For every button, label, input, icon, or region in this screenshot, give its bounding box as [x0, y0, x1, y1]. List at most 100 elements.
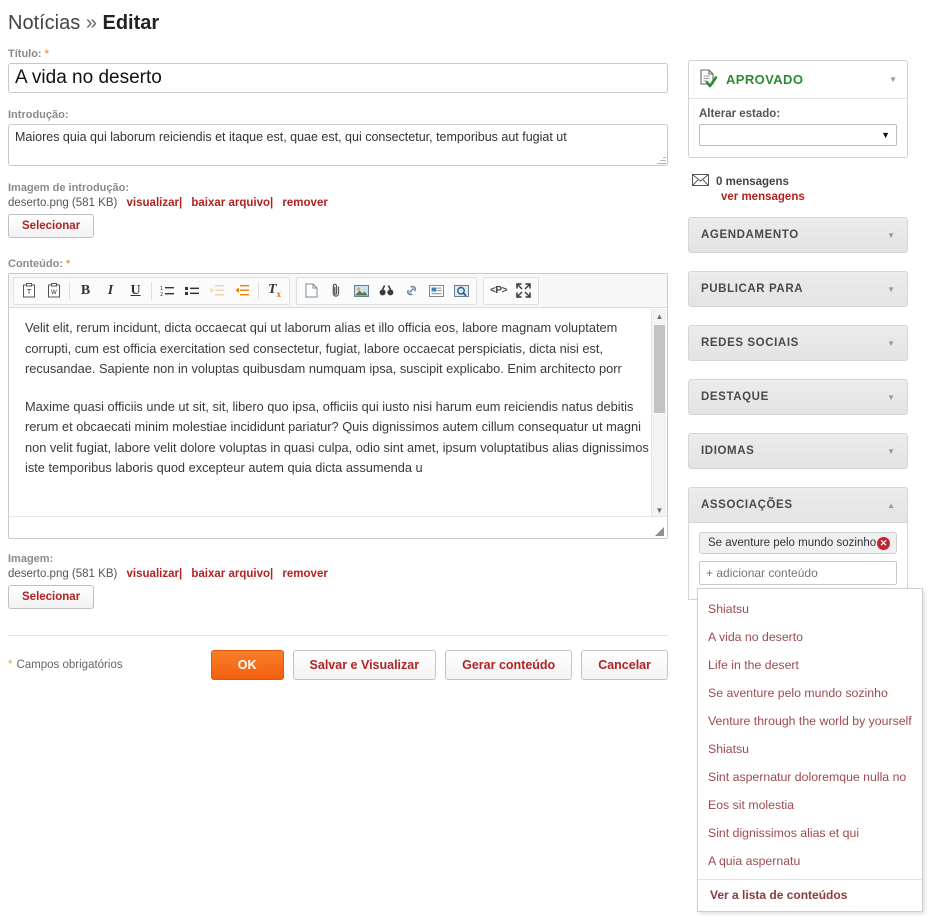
sidebar-section-destaque[interactable]: DESTAQUE ▼	[688, 379, 908, 415]
sidebar: APROVADO ▼ Alterar estado: ▼ 0 mensagens…	[688, 60, 908, 600]
breadcrumb-separator: »	[85, 12, 97, 34]
source-code-button[interactable]: <P>	[486, 278, 511, 303]
chevron-down-icon-agendamento: ▼	[887, 230, 895, 240]
intro-image-file-row: deserto.png (581 KB) visualizar| baixar …	[8, 197, 670, 209]
form-column: Título: * Introdução: Imagem de introduç…	[8, 48, 670, 680]
editor-toolbar: T W B I U 12 Tx <P>	[9, 274, 667, 308]
ok-button[interactable]: OK	[210, 650, 284, 680]
find-icon[interactable]	[374, 278, 399, 303]
section-label-agendamento: AGENDAMENTO	[701, 229, 799, 241]
breadcrumb-current: Editar	[102, 12, 160, 34]
sep-3: |	[178, 568, 183, 580]
sidebar-section-redes-sociais[interactable]: REDES SOCIAIS ▼	[688, 325, 908, 361]
editor-content-area[interactable]: Velit elit, rerum incidunt, dicta occaec…	[9, 308, 667, 516]
breadcrumb-section[interactable]: Notícias	[8, 12, 80, 34]
image-select-button[interactable]: Selecionar	[8, 585, 95, 609]
chevron-up-icon-associacoes: ▲	[887, 500, 895, 510]
intro-label: Introdução:	[8, 109, 69, 121]
dropdown-item[interactable]: Sint dignissimos alias et qui	[698, 819, 922, 847]
dropdown-item[interactable]: Life in the desert	[698, 651, 922, 679]
toolbar-group-format: T W B I U 12 Tx	[13, 276, 290, 305]
image-download-link[interactable]: baixar arquivo	[191, 568, 270, 580]
paste-text-icon[interactable]: T	[16, 278, 41, 303]
underline-button[interactable]: U	[123, 278, 148, 303]
svg-text:T: T	[25, 288, 31, 296]
attachment-icon[interactable]	[324, 278, 349, 303]
indent-icon[interactable]	[230, 278, 255, 303]
dropdown-item[interactable]: Eos sit molestia	[698, 791, 922, 819]
sidebar-section-associacoes[interactable]: ASSOCIAÇÕES ▲	[688, 487, 908, 523]
dropdown-item[interactable]: Sint aspernatur doloremque nulla no	[698, 763, 922, 791]
approved-document-icon	[699, 68, 718, 91]
paste-word-icon[interactable]: W	[41, 278, 66, 303]
change-state-select[interactable]: ▼	[699, 124, 897, 146]
editor-scrollbar[interactable]: ▲ ▼	[651, 309, 666, 517]
required-fields-note: * Campos obrigatórios	[8, 659, 123, 671]
content-label: Conteúdo: *	[8, 258, 71, 270]
template-icon[interactable]	[424, 278, 449, 303]
image-filename: deserto.png (581 KB)	[8, 568, 118, 580]
remove-association-icon[interactable]: ✕	[877, 536, 890, 550]
dropdown-item[interactable]: A quia aspernatu	[698, 847, 922, 875]
toolbar-divider-3	[258, 281, 259, 300]
remove-format-icon[interactable]: Tx	[262, 278, 287, 303]
toolbar-group-insert	[296, 276, 477, 305]
dropdown-item[interactable]: Se aventure pelo mundo sozinho	[698, 679, 922, 707]
messages-text: 0 mensagens ver mensagens	[716, 174, 805, 203]
sidebar-section-idiomas[interactable]: IDIOMAS ▼	[688, 433, 908, 469]
dropdown-item[interactable]: Shiatsu	[698, 595, 922, 623]
new-page-icon[interactable]	[299, 278, 324, 303]
ordered-list-icon[interactable]: 12	[155, 278, 180, 303]
breadcrumb: Notícias » Editar	[8, 12, 159, 35]
title-input[interactable]	[8, 63, 668, 93]
dropdown-item[interactable]: Shiatsu	[698, 735, 922, 763]
dropdown-item[interactable]: Venture through the world by yourself	[698, 707, 922, 735]
chevron-down-icon-destaque: ▼	[887, 392, 895, 402]
add-content-input[interactable]	[699, 561, 897, 585]
link-icon[interactable]	[399, 278, 424, 303]
view-content-list-link[interactable]: Ver a lista de conteúdos	[698, 879, 922, 911]
sep-1: |	[178, 197, 183, 209]
intro-image-download-link[interactable]: baixar arquivo	[191, 197, 270, 209]
intro-image-view-link[interactable]: visualizar	[127, 197, 179, 209]
unordered-list-icon[interactable]	[180, 278, 205, 303]
outdent-icon[interactable]	[205, 278, 230, 303]
bold-button[interactable]: B	[73, 278, 98, 303]
scroll-up-arrow-icon[interactable]: ▲	[652, 309, 667, 323]
intro-textarea[interactable]	[8, 124, 668, 166]
editor-paragraph-1: Velit elit, rerum incidunt, dicta occaec…	[25, 320, 622, 376]
image-remove-link[interactable]: remover	[282, 568, 327, 580]
required-asterisk: *	[44, 48, 49, 60]
generate-content-button[interactable]: Gerar conteúdo	[445, 650, 573, 680]
status-header[interactable]: APROVADO ▼	[689, 61, 907, 99]
chevron-down-icon-publicar: ▼	[887, 284, 895, 294]
title-label: Título: *	[8, 48, 49, 60]
preview-icon[interactable]	[449, 278, 474, 303]
view-messages-link[interactable]: ver mensagens	[721, 191, 805, 203]
fullscreen-icon[interactable]	[511, 278, 536, 303]
intro-image-select-button[interactable]: Selecionar	[8, 214, 95, 238]
intro-image-filename: deserto.png (581 KB)	[8, 197, 118, 209]
action-buttons: OK Salvar e Visualizar Gerar conteúdo Ca…	[210, 650, 668, 680]
cancel-button[interactable]: Cancelar	[581, 650, 668, 680]
toolbar-divider-2	[151, 281, 152, 300]
message-count: 0 mensagens	[716, 176, 789, 188]
image-view-link[interactable]: visualizar	[127, 568, 179, 580]
status-panel: APROVADO ▼ Alterar estado: ▼	[688, 60, 908, 158]
sidebar-section-publicar-para[interactable]: PUBLICAR PARA ▼	[688, 271, 908, 307]
status-chevron-down-icon[interactable]: ▼	[889, 75, 897, 84]
intro-image-remove-link[interactable]: remover	[282, 197, 327, 209]
chevron-down-icon-redes: ▼	[887, 338, 895, 348]
required-asterisk-content: *	[66, 258, 71, 270]
italic-button[interactable]: I	[98, 278, 123, 303]
svg-text:W: W	[51, 289, 57, 296]
dropdown-item[interactable]: A vida no deserto	[698, 623, 922, 651]
sidebar-section-agendamento[interactable]: AGENDAMENTO ▼	[688, 217, 908, 253]
image-icon[interactable]	[349, 278, 374, 303]
scrollbar-thumb[interactable]	[654, 325, 665, 413]
editor-resize-grip[interactable]	[655, 527, 664, 536]
scroll-down-arrow-icon[interactable]: ▼	[652, 503, 667, 517]
change-state-label: Alterar estado:	[699, 108, 781, 120]
save-and-preview-button[interactable]: Salvar e Visualizar	[292, 650, 437, 680]
toolbar-divider-1	[69, 281, 70, 300]
